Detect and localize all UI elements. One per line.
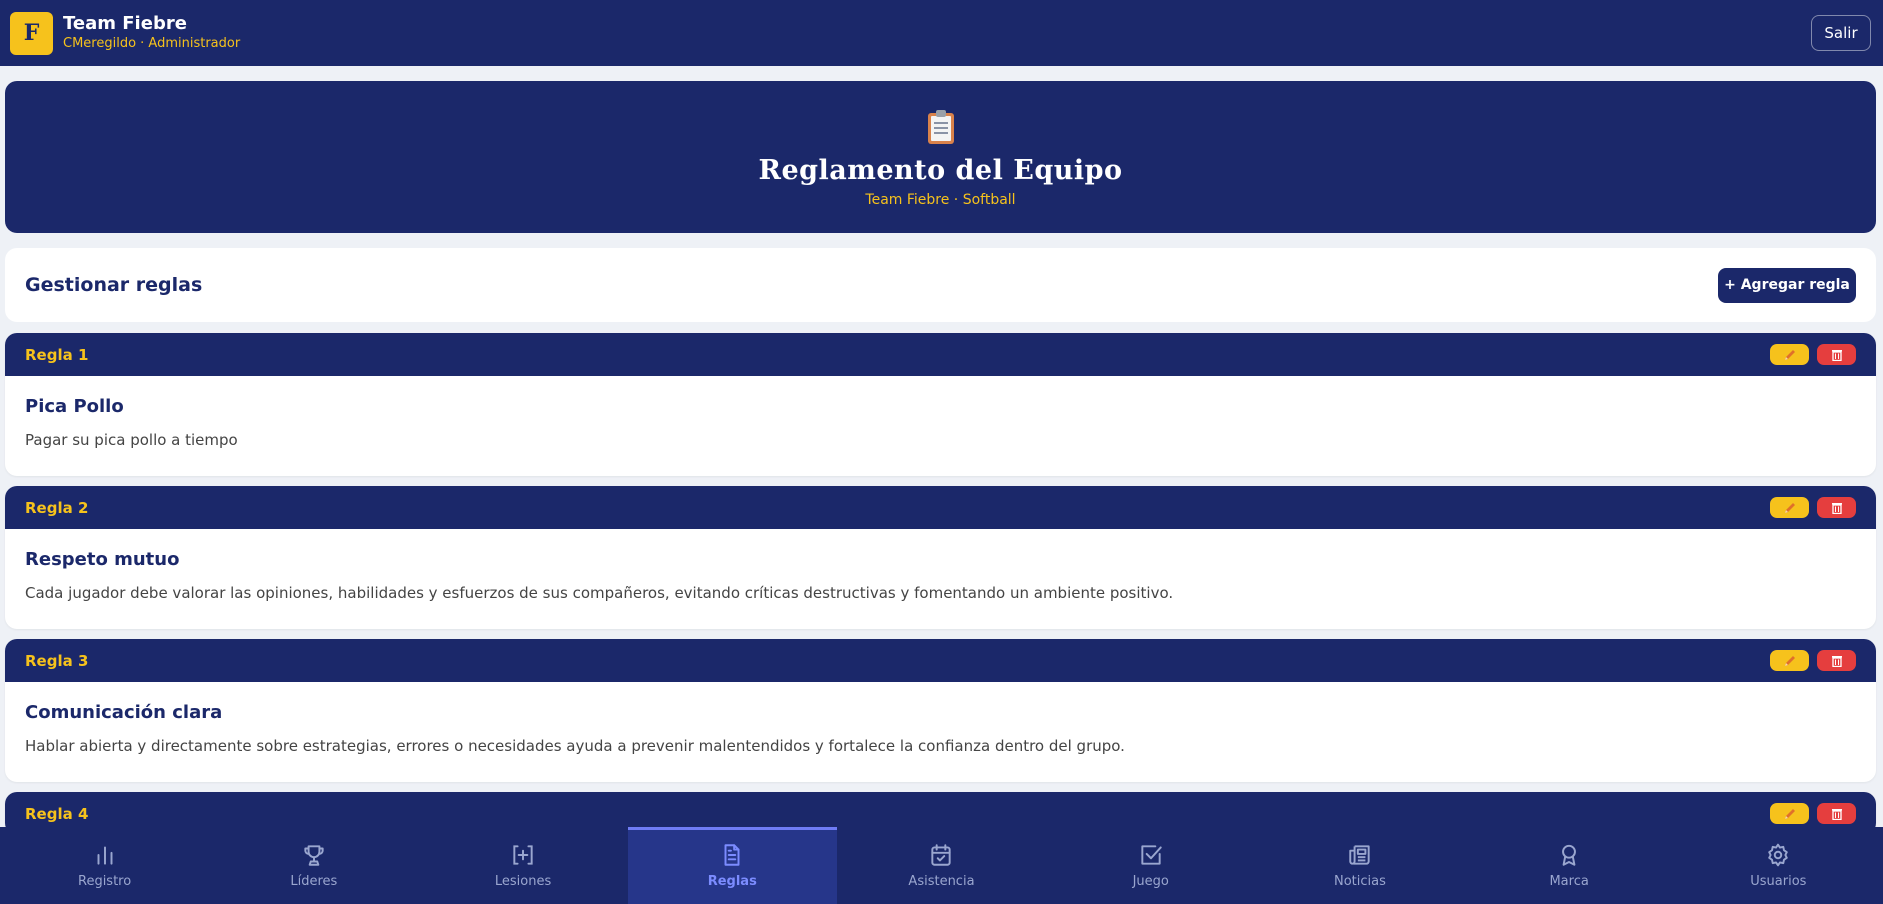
rule-title: Respeto mutuo: [25, 549, 180, 570]
trash-icon: [1831, 503, 1842, 514]
rule-title: Pica Pollo: [25, 396, 124, 417]
nav-label: Usuarios: [1750, 874, 1807, 889]
edit-rule-button[interactable]: [1770, 497, 1809, 518]
delete-rule-button[interactable]: [1817, 803, 1856, 824]
top-bar: F Team Fiebre CMeregildo · Administrador…: [0, 0, 1883, 66]
nav-label: Lesiones: [494, 874, 552, 889]
manage-rules-bar: Gestionar reglas + Agregar regla: [5, 248, 1876, 322]
brand-text: Team Fiebre CMeregildo · Administrador: [63, 12, 241, 53]
rule-title: Comunicación clara: [25, 702, 223, 723]
rule-actions: [1770, 497, 1856, 518]
exit-button[interactable]: Salir: [1811, 15, 1871, 51]
checkbox-icon: [1141, 845, 1162, 865]
nav-label: Reglas: [707, 874, 757, 889]
trash-icon: [1831, 350, 1842, 361]
nav-item-lideres[interactable]: Líderes: [209, 827, 418, 904]
clipboard-icon: [926, 109, 956, 145]
nav-item-lesiones[interactable]: Lesiones: [418, 827, 627, 904]
trash-icon: [1831, 809, 1842, 820]
user-role: CMeregildo · Administrador: [63, 36, 241, 52]
add-rule-button[interactable]: + Agregar regla: [1718, 267, 1856, 303]
rule-actions: [1770, 803, 1856, 824]
nav-label: Registro: [78, 874, 132, 889]
rule-number: Regla 3: [25, 651, 89, 670]
nav-item-registro[interactable]: Registro: [0, 827, 209, 904]
medical-plus-icon: [513, 845, 533, 865]
rule-description: Cada jugador debe valorar las opiniones,…: [25, 584, 1174, 602]
rule-actions: [1770, 344, 1856, 365]
rule-body: Pica Pollo Pagar su pica pollo a tiempo: [5, 376, 1876, 476]
team-logo: F: [10, 11, 53, 55]
edit-rule-button[interactable]: [1770, 650, 1809, 671]
hero-banner: Reglamento del Equipo Team Fiebre · Soft…: [5, 81, 1876, 233]
nav-label: Asistencia: [908, 874, 975, 889]
rule-description: Hablar abierta y directamente sobre estr…: [25, 737, 1125, 755]
award-icon: [1562, 844, 1577, 866]
document-icon: [724, 844, 740, 866]
nav-label: Juego: [1132, 874, 1169, 889]
pencil-icon: [1784, 655, 1795, 666]
pencil-icon: [1784, 502, 1795, 513]
rule-number: Regla 4: [25, 804, 89, 823]
rule-card: Regla 1 Pica Pollo Pagar su pica pollo a…: [5, 333, 1876, 476]
pencil-icon: [1784, 808, 1795, 819]
nav-item-asistencia[interactable]: Asistencia: [837, 827, 1046, 904]
page-subtitle: Team Fiebre · Softball: [865, 192, 1016, 208]
edit-rule-button[interactable]: [1770, 344, 1809, 365]
nav-item-reglas[interactable]: Reglas: [627, 827, 838, 904]
trophy-icon: [304, 845, 324, 866]
rule-actions: [1770, 650, 1856, 671]
page-title: Reglamento del Equipo: [758, 155, 1123, 186]
bar-chart-icon: [97, 846, 113, 865]
rule-body: Respeto mutuo Cada jugador debe valorar …: [5, 529, 1876, 629]
nav-label: Marca: [1549, 874, 1589, 889]
rule-header: Regla 1: [5, 333, 1876, 376]
calendar-check-icon: [931, 844, 952, 866]
rule-number: Regla 1: [25, 345, 89, 364]
newspaper-icon: [1349, 845, 1370, 865]
rule-card: Regla 2 Respeto mutuo Cada jugador debe …: [5, 486, 1876, 629]
pencil-icon: [1784, 349, 1795, 360]
nav-item-usuarios[interactable]: Usuarios: [1674, 827, 1883, 904]
rule-header: Regla 2: [5, 486, 1876, 529]
rule-description: Pagar su pica pollo a tiempo: [25, 431, 238, 449]
trash-icon: [1831, 656, 1842, 667]
manage-title: Gestionar reglas: [25, 274, 203, 296]
bottom-nav: Registro Líderes Lesiones Reglas Asisten…: [0, 827, 1883, 904]
gear-icon: [1768, 843, 1789, 867]
delete-rule-button[interactable]: [1817, 344, 1856, 365]
rules-list: Regla 1 Pica Pollo Pagar su pica pollo a…: [5, 333, 1876, 845]
delete-rule-button[interactable]: [1817, 497, 1856, 518]
nav-item-juego[interactable]: Juego: [1046, 827, 1255, 904]
brand: F Team Fiebre CMeregildo · Administrador: [10, 11, 241, 55]
rule-header: Regla 3: [5, 639, 1876, 682]
rule-number: Regla 2: [25, 498, 89, 517]
nav-label: Noticias: [1333, 874, 1386, 889]
nav-item-marca[interactable]: Marca: [1465, 827, 1674, 904]
delete-rule-button[interactable]: [1817, 650, 1856, 671]
team-name: Team Fiebre: [63, 12, 187, 34]
nav-label: Líderes: [290, 874, 338, 889]
rule-card: Regla 3 Comunicación clara Hablar abiert…: [5, 639, 1876, 782]
rule-body: Comunicación clara Hablar abierta y dire…: [5, 682, 1876, 782]
nav-item-noticias[interactable]: Noticias: [1255, 827, 1464, 904]
edit-rule-button[interactable]: [1770, 803, 1809, 824]
